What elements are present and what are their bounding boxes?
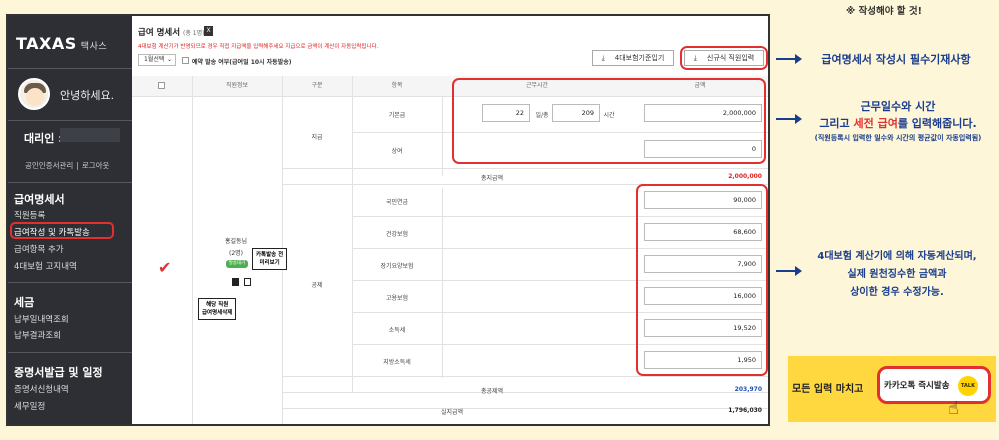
section-tax: 세금: [14, 296, 35, 309]
annotation-required: 급여명세서 작성시 필수기재사항: [821, 53, 971, 66]
kakao-send-label: 카카오톡 즉시발송: [884, 381, 950, 391]
row-label-pension: 국민연금: [385, 199, 409, 206]
pay-total-label: 총지급액: [480, 175, 504, 182]
sidebar-item-tax-schedule[interactable]: 세무일정: [14, 400, 45, 412]
month-select[interactable]: 1월선택 ⌄: [138, 54, 176, 66]
pay-total-value: 2,000,000: [728, 173, 762, 180]
divider: [8, 68, 132, 69]
divider: [8, 282, 132, 283]
row-label-health: 건강보험: [385, 231, 409, 238]
header-note: ※ 작성해야 할 것!: [846, 6, 922, 17]
arrow-icon: [776, 266, 802, 276]
section-payroll: 급여명세서: [14, 193, 65, 206]
row-label-income-tax: 소득세: [388, 327, 406, 334]
employee-name: 홍길동님 (2명): [224, 238, 248, 257]
highlight-box: [10, 222, 114, 239]
arrow-icon: [776, 54, 802, 64]
category-deduct: 공제: [311, 282, 323, 289]
row-label-employment: 고용보험: [385, 295, 409, 302]
annotation-insurance: 4대보험 계산기에 의해 자동계산되며, 실제 원천징수한 금액과 상이한 경우…: [817, 251, 977, 298]
highlight-box: [636, 184, 768, 376]
preview-icon[interactable]: [244, 278, 251, 286]
kakao-talk-icon: TALK: [958, 376, 978, 396]
logo[interactable]: TAXAS 택사스: [16, 34, 107, 53]
col-header-category: 구분: [282, 76, 352, 96]
checkmark-icon[interactable]: ✔: [158, 258, 171, 277]
net-total-value: 1,796,030: [728, 407, 762, 414]
greeting: 안녕하세요.: [60, 89, 115, 102]
sidebar-item-add-pay-item[interactable]: 급여항목 추가: [14, 243, 64, 255]
page-title: 급여 명세서 (총 1명): [138, 28, 205, 38]
status-badge: 발송대기: [226, 260, 248, 268]
annotation-work-time: 근무일수와 시간 그리고 세전 급여를 입력해줍니다. (직원등록시 입력한 일…: [814, 100, 982, 142]
account-links: 공인인증서관리 | 로그아웃: [25, 161, 110, 170]
grid-line: [282, 168, 768, 169]
row-label-longterm-care: 장기요양보험: [380, 263, 414, 270]
excel-icon[interactable]: X: [204, 26, 213, 36]
preview-tooltip: 카톡발송 전 미리보기: [252, 248, 288, 270]
logout-link[interactable]: 로그아웃: [82, 161, 110, 170]
import-insurance-button[interactable]: ⤓ 4대보험기준입기: [592, 50, 674, 66]
final-step-label: 모든 입력 마치고: [792, 384, 864, 395]
divider: [8, 352, 132, 353]
col-header-item: 항목: [352, 76, 442, 96]
sidebar-item-payment-result[interactable]: 납부결과조회: [14, 329, 61, 341]
agent-label: 대리인 :: [24, 132, 63, 145]
deduct-total-value: 203,970: [734, 386, 762, 393]
notice-text: 4대보험 계산기가 반영되므로 경우 직접 지급액을 입력해주세요 지급으로 금…: [138, 44, 379, 50]
download-icon: ⤓: [601, 54, 605, 62]
row-label-local-tax: 지방소득세: [383, 359, 411, 366]
grid-line: [282, 376, 768, 377]
sidebar: TAXAS 택사스 안녕하세요. 대리인 : 공인인증서관리 | 로그아웃 급여명세서…: [8, 16, 132, 424]
delete-tooltip: 해당 직원 급여명세삭제: [198, 298, 237, 320]
trash-icon[interactable]: [232, 278, 239, 286]
cert-manage-link[interactable]: 공인인증서관리: [25, 161, 73, 170]
sidebar-item-certificate-history[interactable]: 증명서신청내역: [14, 383, 69, 395]
category-pay: 지급: [311, 134, 323, 141]
app-screenshot: TAXAS 택사스 안녕하세요. 대리인 : 공인인증서관리 | 로그아웃 급여명세서…: [6, 14, 770, 426]
auto-send-label: 예약 발송 여부(급여일 10시 자동발송): [192, 59, 292, 66]
select-all-checkbox[interactable]: [158, 82, 165, 89]
row-label-bonus: 상여: [391, 148, 403, 155]
grid-line: [442, 96, 443, 176]
page: ※ 작성해야 할 것! TAXAS 택사스 안녕하세요. 대리인 : 공인인증서관…: [0, 0, 999, 440]
divider: [8, 120, 132, 121]
sidebar-item-employee-register[interactable]: 직원등록: [14, 209, 45, 221]
sidebar-item-insurance-notice[interactable]: 4대보험 고지내역: [14, 260, 77, 272]
main-content: 급여 명세서 (총 1명) X 4대보험 계산기가 반영되므로 경우 직접 지급…: [132, 16, 768, 424]
arrow-icon: [776, 114, 802, 124]
auto-send-checkbox[interactable]: [182, 57, 189, 64]
col-header-employee: 직원정보: [192, 76, 282, 96]
grid-line: [192, 76, 193, 424]
cursor-hand-icon: ☝: [948, 398, 959, 419]
divider: [8, 182, 132, 183]
highlight-box: [680, 46, 768, 70]
kakao-send-button[interactable]: 카카오톡 즉시발송 TALK: [877, 366, 991, 404]
net-total-label: 실지급액: [440, 409, 464, 416]
section-certificate: 증명서발급 및 일정: [14, 366, 103, 379]
sidebar-item-payment-history[interactable]: 납부일내역조회: [14, 313, 69, 325]
chevron-down-icon: ⌄: [166, 56, 172, 63]
avatar: [18, 78, 50, 110]
agent-name-redacted: [60, 128, 120, 142]
row-label-base-pay: 기본급: [388, 112, 406, 119]
highlight-box: [452, 78, 766, 164]
deduct-total-label: 총공제액: [480, 388, 504, 395]
